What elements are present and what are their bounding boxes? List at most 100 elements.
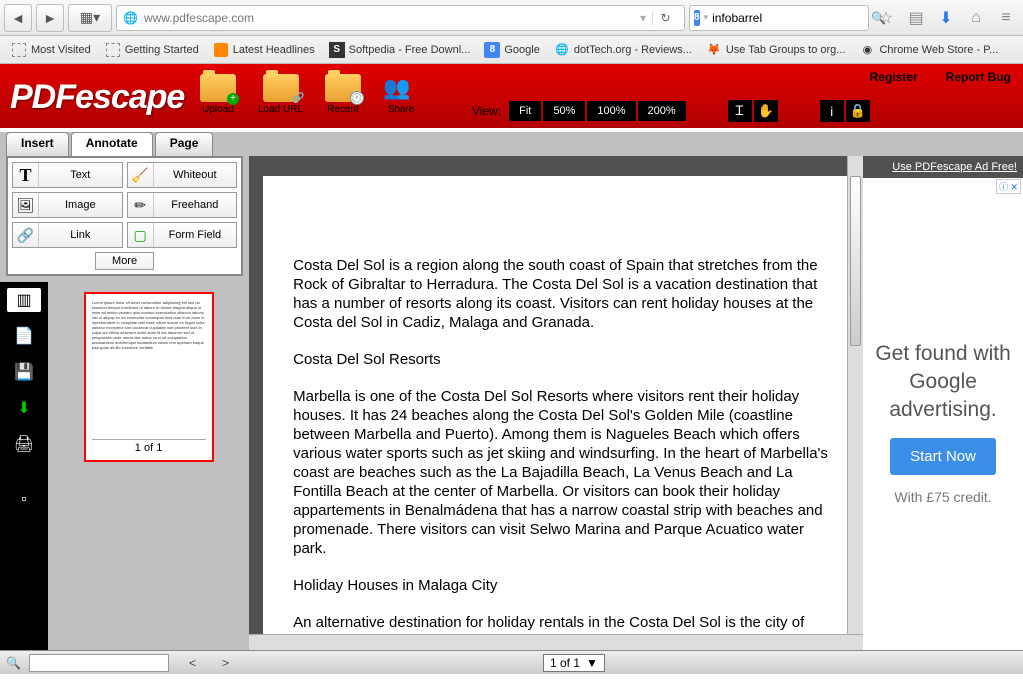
document-page[interactable]: Costa Del Sol is a region along the sout…: [263, 176, 863, 634]
bookmark-dottech[interactable]: 🌐dotTech.org - Reviews...: [549, 40, 697, 60]
tool-text[interactable]: TText: [12, 162, 123, 188]
chrome-icon: ◉: [859, 42, 875, 58]
next-page-button[interactable]: >: [216, 656, 235, 670]
menu-icon[interactable]: ≡: [993, 5, 1019, 31]
bookmark-google[interactable]: 8Google: [479, 40, 544, 60]
forward-button[interactable]: ►: [36, 4, 64, 32]
bookmark-softpedia[interactable]: SSoftpedia - Free Downl...: [324, 40, 476, 60]
horizontal-scrollbar[interactable]: [249, 634, 863, 650]
sidebar: TText 🧹Whiteout 🖼Image ✏Freehand 🔗Link ▢…: [0, 156, 249, 650]
view-controls: View: Fit 50% 100% 200% Ꮖ ✋ i 🔒: [472, 100, 870, 122]
pdf-icon[interactable]: 📄: [12, 324, 36, 348]
share-icon: 👥: [383, 74, 419, 102]
pencil-icon: ✏: [128, 193, 154, 217]
recent-button[interactable]: 🕐Recent: [325, 74, 361, 115]
search-engine-icon[interactable]: 8: [694, 10, 700, 26]
folder-icon: 🕐: [325, 74, 361, 102]
reader-icon[interactable]: ▤: [903, 5, 929, 31]
bookmark-most-visited[interactable]: Most Visited: [6, 40, 96, 60]
report-bug-link[interactable]: Report Bug: [946, 70, 1011, 84]
google-icon: 8: [484, 42, 500, 58]
downloads-icon[interactable]: ⬇: [933, 5, 959, 31]
dropdown-icon[interactable]: ▾: [640, 11, 646, 25]
folder-icon: +: [200, 74, 236, 102]
globe-icon: 🌐: [123, 11, 138, 25]
paragraph: An alternative destination for holiday r…: [293, 613, 833, 634]
ad-badge[interactable]: ⓘ ✕: [996, 179, 1021, 194]
vertical-scrollbar[interactable]: [847, 156, 863, 634]
tool-freehand[interactable]: ✏Freehand: [127, 192, 238, 218]
bookmark-star-icon[interactable]: ☆: [873, 5, 899, 31]
url-bar[interactable]: 🌐 ▾ ↻: [116, 5, 685, 31]
ad-start-button[interactable]: Start Now: [890, 438, 996, 475]
text-cursor-icon[interactable]: Ꮖ: [728, 100, 752, 122]
hand-icon[interactable]: ✋: [754, 100, 778, 122]
view-label: View:: [472, 104, 501, 118]
heading: Costa Del Sol Resorts: [293, 350, 833, 369]
more-button[interactable]: More: [95, 252, 154, 270]
ad-headline: Get found with Google advertising.: [873, 340, 1013, 424]
back-button[interactable]: ◄: [4, 4, 32, 32]
tool-image[interactable]: 🖼Image: [12, 192, 123, 218]
search-input[interactable]: [712, 11, 867, 25]
rss-icon: [214, 43, 228, 57]
browser-nav-bar: ◄ ► ▦▾ 🌐 ▾ ↻ 8 ▾ 🔍 ☆ ▤ ⬇ ⌂ ≡: [0, 0, 1023, 36]
share-button[interactable]: 👥Share: [383, 74, 419, 115]
page-menu-button[interactable]: ▦▾: [68, 4, 112, 32]
page-select[interactable]: 1 of 1▼: [543, 654, 605, 672]
paragraph: Costa Del Sol is a region along the sout…: [293, 256, 833, 332]
search-bar[interactable]: 8 ▾ 🔍: [689, 5, 869, 31]
link-icon: 🔗: [13, 223, 39, 247]
folder-icon: 🔗: [263, 74, 299, 102]
tab-row: Insert Annotate Page: [0, 132, 1023, 156]
dropdown-icon: ▼: [586, 656, 598, 670]
action-column: ▥ 📄 💾 ⬇ 🖨 ▫: [0, 282, 48, 650]
document-scroll[interactable]: Costa Del Sol is a region along the sout…: [249, 156, 863, 634]
load-url-button[interactable]: 🔗Load URL: [258, 74, 303, 115]
blank-icon[interactable]: ▫: [12, 488, 36, 512]
zoom-100[interactable]: 100%: [587, 101, 635, 121]
info-icon[interactable]: i: [820, 100, 844, 122]
zoom-50[interactable]: 50%: [543, 101, 585, 121]
bookmark-getting-started[interactable]: Getting Started: [100, 40, 204, 60]
softpedia-icon: S: [329, 42, 345, 58]
bottom-bar: 🔍 < > 1 of 1▼: [0, 650, 1023, 674]
zoom-200[interactable]: 200%: [638, 101, 686, 121]
ad-free-link[interactable]: Use PDFescape Ad Free!: [863, 156, 1023, 178]
pages-icon[interactable]: ▥: [7, 288, 41, 312]
upload-button[interactable]: +Upload: [200, 74, 236, 115]
document-viewer: Costa Del Sol is a region along the sout…: [249, 156, 863, 650]
app-header: PDFescape Register Report Bug +Upload 🔗L…: [0, 64, 1023, 128]
whiteout-icon: 🧹: [128, 163, 154, 187]
globe-icon: 🌐: [554, 42, 570, 58]
download-icon[interactable]: ⬇: [12, 396, 36, 420]
zoom-fit[interactable]: Fit: [509, 101, 541, 121]
print-icon[interactable]: 🖨: [12, 432, 36, 456]
tool-link[interactable]: 🔗Link: [12, 222, 123, 248]
scrollbar-thumb[interactable]: [850, 176, 861, 346]
lock-icon[interactable]: 🔒: [846, 100, 870, 122]
prev-page-button[interactable]: <: [183, 656, 202, 670]
thumbnail-preview: Lorem ipsum dolor sit amet consectetur a…: [92, 300, 206, 439]
bottom-search-input[interactable]: [29, 654, 169, 672]
page-thumbnail[interactable]: Lorem ipsum dolor sit amet consectetur a…: [84, 292, 214, 462]
tool-form-field[interactable]: ▢Form Field: [127, 222, 238, 248]
save-icon[interactable]: 💾: [12, 360, 36, 384]
dropdown-icon[interactable]: ▾: [704, 12, 709, 23]
tab-annotate[interactable]: Annotate: [71, 132, 153, 156]
tool-grid: TText 🧹Whiteout 🖼Image ✏Freehand 🔗Link ▢…: [6, 156, 243, 276]
bookmark-chrome-store[interactable]: ◉Chrome Web Store - P...: [854, 40, 1003, 60]
reload-button[interactable]: ↻: [652, 11, 678, 25]
app-logo[interactable]: PDFescape: [10, 78, 184, 117]
bookmark-tab-groups[interactable]: 🦊Use Tab Groups to org...: [701, 40, 851, 60]
tab-page[interactable]: Page: [155, 132, 214, 156]
header-tools: +Upload 🔗Load URL 🕐Recent 👥Share: [200, 74, 419, 115]
home-icon[interactable]: ⌂: [963, 5, 989, 31]
tool-whiteout[interactable]: 🧹Whiteout: [127, 162, 238, 188]
register-link[interactable]: Register: [870, 70, 918, 84]
url-input[interactable]: [144, 11, 634, 25]
thumbnail-caption: 1 of 1: [92, 439, 206, 454]
thumbnail-panel: Lorem ipsum dolor sit amet consectetur a…: [48, 282, 249, 650]
bookmark-latest-headlines[interactable]: Latest Headlines: [208, 40, 320, 60]
tab-insert[interactable]: Insert: [6, 132, 69, 156]
